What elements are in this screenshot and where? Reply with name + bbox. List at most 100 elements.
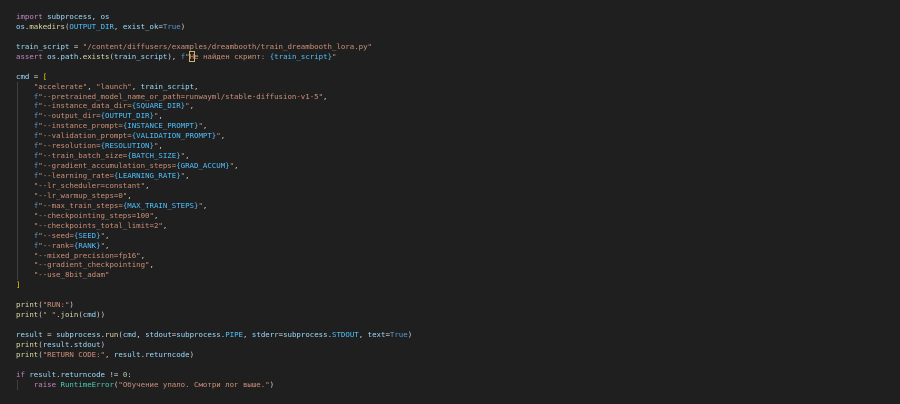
code-line[interactable]: f"--output_dir={OUTPUT_DIR}", xyxy=(0,111,900,122)
code-token: "--seed= xyxy=(38,230,74,240)
code-line[interactable]: f"--seed={SEED}", xyxy=(0,230,900,241)
code-line[interactable]: f"--resolution={RESOLUTION}", xyxy=(0,141,900,152)
indent-guide xyxy=(17,151,18,162)
code-line[interactable]: f"--max_train_steps={MAX_TRAIN_STEPS}", xyxy=(0,200,900,211)
indent-guide xyxy=(17,220,18,231)
code-line[interactable]: raise RuntimeError("Обучение упало. Смот… xyxy=(0,379,900,390)
code-token: os xyxy=(100,12,110,21)
code-line[interactable] xyxy=(0,320,900,330)
code-line[interactable]: ] xyxy=(0,280,900,290)
code-token: subprocess xyxy=(47,12,92,21)
code-token: "launch" xyxy=(96,81,132,91)
code-token: exists xyxy=(82,51,110,61)
code-token: print xyxy=(16,300,39,310)
code-line[interactable]: "--gradient_checkpointing", xyxy=(0,260,900,271)
code-token: , xyxy=(185,151,190,161)
code-token: "--instance_data_dir= xyxy=(38,101,132,111)
code-line[interactable]: print(" ".join(cmd)) xyxy=(0,310,900,320)
code-token: "--checkpointing_steps=100" xyxy=(33,210,154,220)
code-line[interactable]: "--mixed_precision=fp16", xyxy=(0,250,900,261)
code-token: , xyxy=(194,81,199,91)
code-token: "--gradient_accumulation_steps= xyxy=(38,161,177,171)
code-token: os xyxy=(47,51,57,61)
code-line[interactable]: "--checkpoints_total_limit=2", xyxy=(0,220,900,231)
code-token: , xyxy=(127,190,132,200)
code-token: , xyxy=(185,171,190,180)
code-line[interactable]: result = subprocess.run(cmd, stdout=subp… xyxy=(0,330,900,340)
code-editor[interactable]: import subprocess, os os.makedirs(OUTPUT_… xyxy=(0,0,900,404)
code-token: exist_ok xyxy=(122,21,159,31)
code-line[interactable]: "--use_8bit_adam" xyxy=(0,270,900,281)
code-token: print xyxy=(16,349,39,359)
code-token: : xyxy=(127,369,132,379)
code-line[interactable]: print(result.stdout) xyxy=(0,340,900,350)
code-token: [ xyxy=(42,71,48,81)
code-token: makedirs xyxy=(29,21,65,31)
code-token: , xyxy=(113,21,123,31)
indent-guide xyxy=(17,121,18,132)
code-token: train_script xyxy=(16,41,70,51)
code-token: , xyxy=(158,141,163,151)
code-line[interactable]: f"--train_batch_size={BATCH_SIZE}", xyxy=(0,151,900,162)
code-line[interactable] xyxy=(0,32,900,42)
code-line[interactable] xyxy=(0,360,900,370)
code-line[interactable]: print("RETURN CODE:", result.returncode) xyxy=(0,350,900,360)
code-token: run xyxy=(105,330,119,339)
code-line[interactable]: assert os.path.exists(train_script), f"Н… xyxy=(0,50,900,62)
indent-guide xyxy=(17,260,18,271)
code-token: result xyxy=(113,349,141,359)
code-line[interactable]: "accelerate", "launch", train_script, xyxy=(0,81,900,92)
code-token: train_script xyxy=(113,51,168,61)
code-line[interactable]: f"--rank={RANK}", xyxy=(0,240,900,251)
code-token: "--train_batch_size= xyxy=(38,151,128,161)
code-token: True xyxy=(389,330,408,339)
code-line[interactable]: train_script = "/content/diffusers/examp… xyxy=(0,42,900,52)
code-line[interactable]: f"--instance_data_dir={SQUARE_DIR}", xyxy=(0,101,900,112)
code-token: cmd xyxy=(82,310,97,320)
code-token: , xyxy=(105,240,110,250)
code-token: " xyxy=(332,51,337,61)
code-token: returncode xyxy=(145,349,190,359)
code-line[interactable]: f"--instance_prompt={INSTANCE_PROMPT}", xyxy=(0,121,900,132)
code-line[interactable]: cmd = [ xyxy=(0,72,900,82)
code-token: {RESOLUTION} xyxy=(100,141,154,151)
code-token: ] xyxy=(16,280,21,290)
code-line[interactable]: f"--validation_prompt={VALIDATION_PROMPT… xyxy=(0,131,900,142)
code-token: , xyxy=(158,111,163,121)
indent-guide xyxy=(17,91,18,102)
code-line[interactable] xyxy=(0,290,900,300)
code-line[interactable]: "--lr_warmup_steps=0", xyxy=(0,190,900,201)
code-token: , xyxy=(323,91,328,101)
code-line[interactable]: f"--gradient_accumulation_steps={GRAD_AC… xyxy=(0,161,900,171)
code-token: ) xyxy=(269,379,275,389)
code-line[interactable]: import subprocess, os xyxy=(0,12,900,22)
code-token: ) xyxy=(180,21,186,31)
code-token: {OUTPUT_DIR} xyxy=(100,111,154,121)
code-token: "--lr_scheduler=constant" xyxy=(33,180,146,190)
indent-guide xyxy=(17,210,18,221)
code-token: train_script xyxy=(140,81,195,91)
code-line[interactable]: f"--learning_rate={LEARNING_RATE}", xyxy=(0,171,900,181)
code-token: "--mixed_precision=fp16" xyxy=(33,250,141,260)
code-line[interactable] xyxy=(0,62,900,72)
code-token: subprocess xyxy=(176,330,221,339)
code-line[interactable]: os.makedirs(OUTPUT_DIR, exist_ok=True) xyxy=(0,22,900,32)
indent-guide xyxy=(17,131,18,142)
code-token: subprocess xyxy=(56,330,101,339)
code-line[interactable]: "--lr_scheduler=constant", xyxy=(0,180,900,191)
code-line[interactable]: if result.returncode != 0: xyxy=(0,370,900,380)
code-token: print xyxy=(16,339,39,349)
code-line[interactable]: "--checkpointing_steps=100", xyxy=(0,210,900,221)
code-line[interactable]: f"--pretrained_model_name_or_path=runway… xyxy=(0,91,900,102)
code-token: , xyxy=(105,349,114,359)
code-line[interactable]: print("RUN:") xyxy=(0,300,900,310)
code-token: {train_script} xyxy=(269,51,333,61)
code-token: "--use_8bit_adam" xyxy=(33,270,110,280)
code-token: , xyxy=(105,230,110,240)
code-token: {VALIDATION_PROMPT} xyxy=(131,131,217,141)
